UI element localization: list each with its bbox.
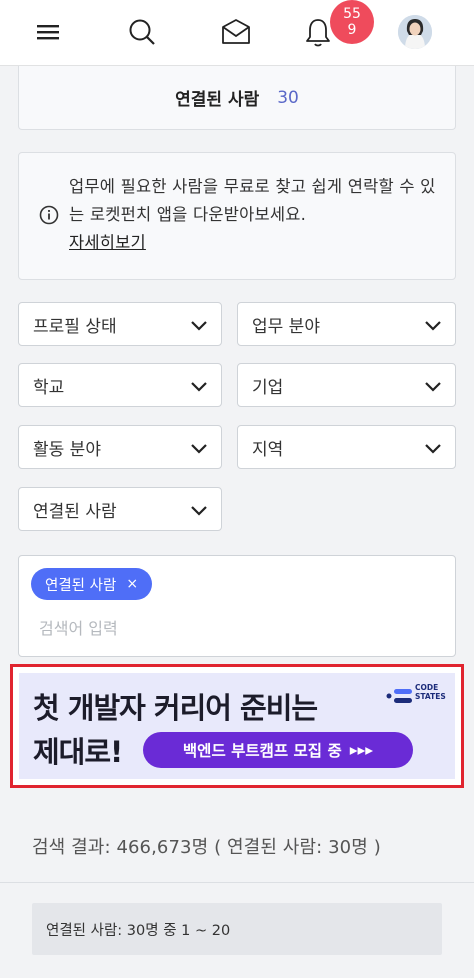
selected-filter-chip[interactable]: 연결된 사람 × [31,568,153,600]
logo-text-line1: CODE [415,683,439,692]
logo-text-line2: STATES [415,692,446,701]
chevron-down-icon [189,500,209,520]
chevron-down-icon [423,376,443,396]
notification-count-line1: 55 [343,6,361,22]
banner-headline-line1: 첫 개발자 커리어 준비는 [33,685,318,727]
chevron-down-icon [423,315,443,335]
codestates-logo-text: CODE STATES [415,683,446,701]
ad-banner[interactable]: 첫 개발자 커리어 준비는 제대로! 백엔드 부트캠프 모집 중 ▸▸▸ COD… [19,673,455,779]
banner-headline-prefix: 첫 개발자 커리어 준비 [33,691,292,725]
notification-badge[interactable]: 55 9 [330,0,374,44]
banner-cta-text: 백엔드 부트캠프 모집 중 [182,742,342,760]
search-input[interactable] [39,614,439,642]
app-download-notice: 업무에 필요한 사람을 무료로 찾고 쉽게 연락할 수 있는 로켓펀치 앱을 다… [18,152,456,280]
banner-headline-line2: 제대로! [33,735,123,769]
search-icon[interactable] [124,14,160,50]
filter-profile-status-label: 프로필 상태 [33,316,117,337]
chevron-down-icon [189,315,209,335]
divider [0,882,474,883]
filter-activity-field[interactable]: 활동 분야 [18,425,222,469]
top-navigation-bar: 55 9 [0,0,474,66]
filter-work-field[interactable]: 업무 분야 [237,302,456,346]
info-icon [39,205,59,225]
selected-filter-chip-label: 연결된 사람 [45,577,117,594]
connected-people-label: 연결된 사람 [175,90,260,110]
filter-company[interactable]: 기업 [237,363,456,407]
filter-school[interactable]: 학교 [18,363,222,407]
connected-people-count: 30 [277,87,299,108]
chip-remove-icon[interactable]: × [126,576,138,592]
banner-cta-pill: 백엔드 부트캠프 모집 중 ▸▸▸ [143,732,413,768]
banner-cta-arrows: ▸▸▸ [349,741,374,759]
filter-school-label: 학교 [33,377,65,398]
filter-profile-status[interactable]: 프로필 상태 [18,302,222,346]
filter-activity-field-label: 활동 분야 [33,439,101,460]
notice-text: 업무에 필요한 사람을 무료로 찾고 쉽게 연락할 수 있는 로켓펀치 앱을 다… [69,177,436,224]
filter-region-label: 지역 [252,439,284,460]
search-result-summary: 검색 결과: 466,673명 ( 연결된 사람: 30명 ) [32,837,381,858]
filter-work-field-label: 업무 분야 [252,316,320,337]
connected-people-summary: 연결된 사람 30 [18,66,456,130]
pagination-info: 연결된 사람: 30명 중 1 ~ 20 [32,903,442,955]
chevron-down-icon [423,438,443,458]
chevron-down-icon [189,438,209,458]
learn-more-link[interactable]: 자세히보기 [69,233,146,252]
notification-count-line2: 9 [347,22,357,38]
banner-headline-suffix: 는 [291,691,318,725]
filter-connected-people[interactable]: 연결된 사람 [18,487,222,531]
avatar[interactable] [398,15,432,49]
mail-icon[interactable] [218,14,254,50]
chevron-down-icon [189,376,209,396]
filter-connected-people-label: 연결된 사람 [33,501,117,522]
notice-text-block: 업무에 필요한 사람을 무료로 찾고 쉽게 연락할 수 있는 로켓펀치 앱을 다… [69,173,449,257]
menu-icon[interactable] [30,14,66,50]
filter-region[interactable]: 지역 [237,425,456,469]
filter-company-label: 기업 [252,377,284,398]
tag-search-box: 연결된 사람 × [18,555,456,657]
ad-banner-highlight: 첫 개발자 커리어 준비는 제대로! 백엔드 부트캠프 모집 중 ▸▸▸ COD… [10,664,464,788]
